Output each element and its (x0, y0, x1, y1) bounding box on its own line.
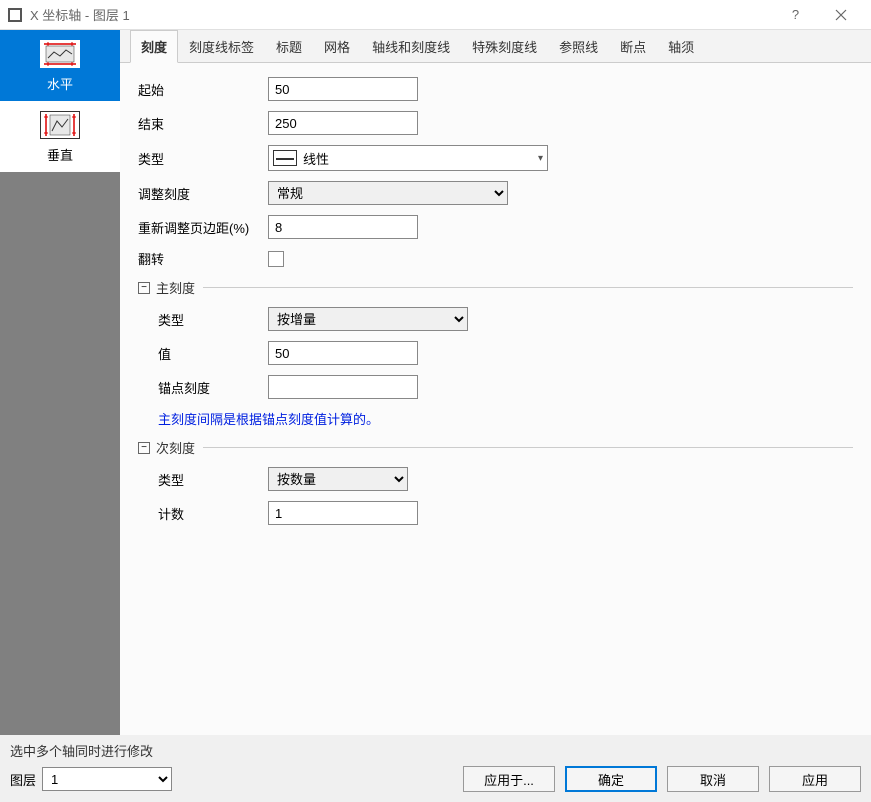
tab-breaks[interactable]: 断点 (609, 30, 657, 63)
from-label: 起始 (138, 80, 268, 99)
close-button[interactable] (818, 0, 863, 30)
margin-label: 重新调整页边距(%) (138, 218, 268, 237)
tab-scale[interactable]: 刻度 (130, 30, 178, 63)
close-icon (835, 9, 847, 21)
minor-type-label: 类型 (138, 470, 268, 489)
dialog-footer: 选中多个轴同时进行修改 图层 1 应用于... 确定 取消 应用 (0, 735, 871, 802)
anchor-label: 锚点刻度 (138, 378, 268, 397)
apply-button[interactable]: 应用 (769, 766, 861, 792)
cancel-button[interactable]: 取消 (667, 766, 759, 792)
app-icon (8, 8, 22, 22)
reverse-label: 翻转 (138, 249, 268, 268)
tab-reference-lines[interactable]: 参照线 (548, 30, 609, 63)
sidebar-item-vertical[interactable]: 垂直 (0, 101, 120, 172)
tab-rug[interactable]: 轴须 (657, 30, 705, 63)
sidebar-item-horizontal[interactable]: 水平 (0, 30, 120, 101)
minor-type-select[interactable]: 按数量 (268, 467, 408, 491)
sidebar-item-label: 水平 (47, 74, 73, 93)
tab-bar: 刻度 刻度线标签 标题 网格 轴线和刻度线 特殊刻度线 参照线 断点 轴须 (120, 30, 871, 63)
collapse-toggle[interactable]: − (138, 282, 150, 294)
tab-tick-labels[interactable]: 刻度线标签 (178, 30, 265, 63)
ok-button[interactable]: 确定 (565, 766, 657, 792)
major-info-text: 主刻度间隔是根据锚点刻度值计算的。 (158, 409, 853, 428)
rescale-label: 调整刻度 (138, 184, 268, 203)
form-area: 起始 结束 类型 线性 ▾ 调整刻度 常规 (120, 63, 871, 549)
to-label: 结束 (138, 114, 268, 133)
minor-count-label: 计数 (138, 504, 268, 523)
layer-label: 图层 (10, 770, 36, 789)
tab-title[interactable]: 标题 (265, 30, 313, 63)
to-input[interactable] (268, 111, 418, 135)
scale-type-select[interactable]: 线性 ▾ (268, 145, 548, 171)
anchor-input[interactable] (268, 375, 418, 399)
major-type-label: 类型 (138, 310, 268, 329)
chevron-down-icon: ▾ (538, 153, 543, 164)
margin-input[interactable] (268, 215, 418, 239)
multi-axis-label: 选中多个轴同时进行修改 (10, 741, 861, 760)
divider (203, 447, 853, 448)
major-value-label: 值 (138, 344, 268, 363)
apply-to-button[interactable]: 应用于... (463, 766, 555, 792)
tab-grid[interactable]: 网格 (313, 30, 361, 63)
minor-count-input[interactable] (268, 501, 418, 525)
type-label: 类型 (138, 149, 268, 168)
layer-select[interactable]: 1 (42, 767, 172, 791)
rescale-select[interactable]: 常规 (268, 181, 508, 205)
tab-special-ticks[interactable]: 特殊刻度线 (461, 30, 548, 63)
window-title: X 坐标轴 - 图层 1 (30, 5, 773, 24)
major-value-input[interactable] (268, 341, 418, 365)
minor-ticks-group-header: − 次刻度 (138, 438, 853, 457)
horizontal-axis-icon (40, 40, 80, 68)
sidebar-item-label: 垂直 (47, 145, 73, 164)
linear-scale-icon (273, 150, 297, 166)
scale-type-value: 线性 (303, 149, 329, 168)
major-ticks-group-header: − 主刻度 (138, 278, 853, 297)
help-button[interactable]: ? (773, 0, 818, 30)
titlebar: X 坐标轴 - 图层 1 ? (0, 0, 871, 30)
reverse-checkbox[interactable] (268, 251, 284, 267)
vertical-axis-icon (40, 111, 80, 139)
minor-group-label: 次刻度 (156, 438, 195, 457)
from-input[interactable] (268, 77, 418, 101)
major-type-select[interactable]: 按增量 (268, 307, 468, 331)
axis-sidebar: 水平 垂直 (0, 30, 120, 740)
collapse-toggle[interactable]: − (138, 442, 150, 454)
major-group-label: 主刻度 (156, 278, 195, 297)
divider (203, 287, 853, 288)
tab-line-ticks[interactable]: 轴线和刻度线 (361, 30, 461, 63)
